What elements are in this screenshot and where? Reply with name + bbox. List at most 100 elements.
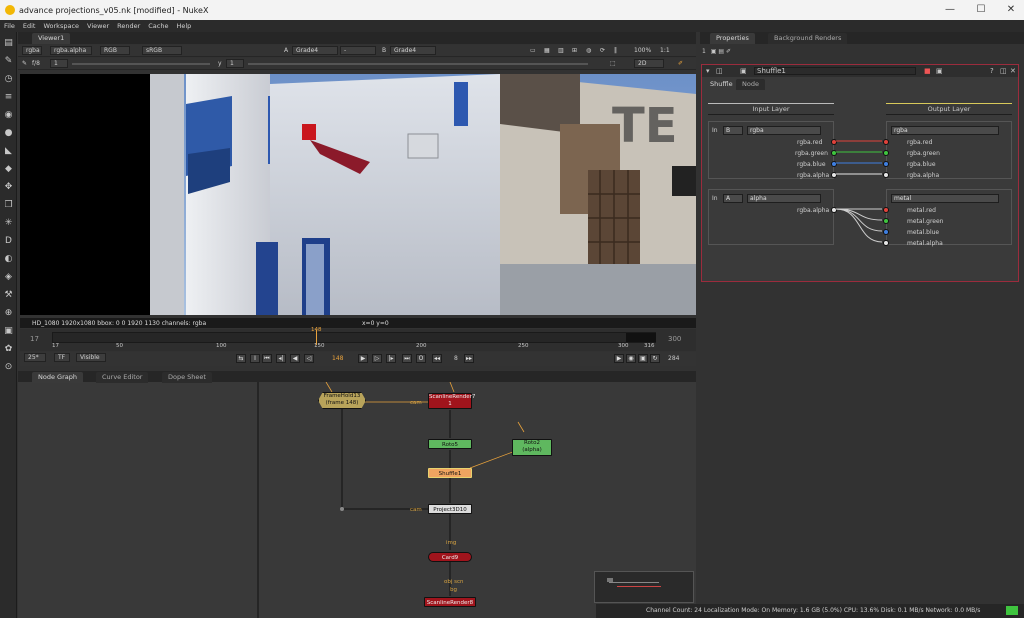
menu-render[interactable]: Render: [113, 20, 144, 32]
timeline-start: 17: [30, 335, 39, 343]
zoom-label[interactable]: 100%: [634, 47, 651, 54]
transform-tool-icon[interactable]: ✥: [3, 182, 14, 193]
cache-button[interactable]: ▣: [638, 354, 648, 363]
out-point-button[interactable]: O: [416, 354, 426, 363]
node-scanline8[interactable]: ScanlineRender8: [424, 597, 476, 607]
menu-edit[interactable]: Edit: [19, 20, 40, 32]
minimize-button[interactable]: —: [943, 4, 957, 16]
3d-tool-icon[interactable]: ❒: [3, 200, 14, 211]
exposure-slider[interactable]: [72, 63, 210, 65]
roi-select-icon[interactable]: ⬚: [610, 60, 616, 67]
step-field[interactable]: 8: [454, 355, 458, 362]
step-back-button[interactable]: ◀: [290, 354, 300, 363]
close-button[interactable]: ✕: [1004, 4, 1018, 16]
tf-select[interactable]: TF: [54, 353, 70, 362]
colorspace-select[interactable]: RGB: [100, 46, 130, 55]
jump-forward-button[interactable]: ▸▸: [464, 354, 474, 363]
end-frame-field[interactable]: 284: [668, 355, 679, 362]
timeline[interactable]: 17 148 300 17 50 100 150 200 250 300 316: [20, 327, 696, 351]
lut-select[interactable]: sRGB: [142, 46, 182, 55]
color-tool-icon[interactable]: ◉: [3, 110, 14, 121]
next-keyframe-button[interactable]: |▸: [386, 354, 396, 363]
menu-help[interactable]: Help: [172, 20, 195, 32]
time-tool-icon[interactable]: ◷: [3, 74, 14, 85]
furnace-tool-icon[interactable]: ▣: [3, 326, 14, 337]
input-a-select[interactable]: Grade4: [292, 46, 338, 55]
keyer-tool-icon[interactable]: ◣: [3, 146, 14, 157]
clear-icon[interactable]: ✐: [726, 48, 731, 55]
timeline-track[interactable]: [52, 332, 656, 343]
refresh-icon[interactable]: ⟳: [600, 47, 605, 54]
fstop-label[interactable]: f/8: [32, 60, 40, 67]
loop-button[interactable]: ↻: [650, 354, 660, 363]
first-frame-button[interactable]: ⏮: [262, 354, 272, 363]
bounce-icon[interactable]: ⇆: [236, 354, 246, 363]
label-cam-2: cam: [410, 507, 422, 513]
lock-icon[interactable]: ▣: [711, 48, 717, 55]
input-op-select[interactable]: -: [340, 46, 376, 55]
max-panels-field[interactable]: 1: [702, 48, 706, 55]
node-graph-panel[interactable]: Node Graph Curve Editor Dope Sheet Frame…: [18, 371, 696, 618]
draw-tool-icon[interactable]: ✎: [3, 56, 14, 67]
particles-tool-icon[interactable]: ✳: [3, 218, 14, 229]
node-card9[interactable]: Card9: [428, 552, 472, 562]
node-roto5[interactable]: Roto5: [428, 439, 472, 449]
ratio-label[interactable]: 1:1: [660, 47, 670, 54]
tick-316: 316: [644, 343, 655, 349]
node-graph-navigator[interactable]: [594, 571, 694, 603]
tab-properties[interactable]: Properties: [710, 33, 755, 44]
filter-tool-icon[interactable]: ●: [3, 128, 14, 139]
input-b-select[interactable]: Grade4: [390, 46, 436, 55]
node-roto2[interactable]: Roto2 (alpha): [512, 439, 552, 456]
deep-tool-icon[interactable]: D: [3, 236, 14, 247]
fps-select[interactable]: 25*: [24, 353, 46, 362]
merge-tool-icon[interactable]: ◆: [3, 164, 14, 175]
frame-box[interactable]: 1: [50, 59, 68, 68]
float-icon[interactable]: ▤: [718, 48, 724, 55]
menu-cache[interactable]: Cache: [144, 20, 172, 32]
prev-keyframe-button[interactable]: ◂|: [276, 354, 286, 363]
image-tool-icon[interactable]: ▤: [3, 38, 14, 49]
other-tool-icon[interactable]: ⊕: [3, 308, 14, 319]
play-reverse-button[interactable]: ◁: [304, 354, 314, 363]
view-mode-select[interactable]: 2D: [634, 59, 664, 68]
node-project3d[interactable]: Project3D10: [428, 504, 472, 514]
channels-select[interactable]: rgba: [22, 46, 42, 55]
render-button[interactable]: ◉: [626, 354, 636, 363]
node-scanline7[interactable]: ScanlineRender7 1: [428, 393, 475, 409]
node-framehold[interactable]: FrameHold13 (frame 148): [318, 392, 366, 409]
in-point-button[interactable]: I: [250, 354, 260, 363]
node-shuffle1[interactable]: Shuffle1: [428, 468, 472, 478]
grid-icon[interactable]: ⊞: [572, 47, 577, 54]
paint-icon[interactable]: ✐: [678, 60, 683, 67]
visible-select[interactable]: Visible: [76, 353, 106, 362]
proxy-icon[interactable]: ▥: [558, 47, 564, 54]
clip-icon[interactable]: ▦: [544, 47, 550, 54]
menu-file[interactable]: File: [0, 20, 19, 32]
viewer-image[interactable]: TE: [20, 74, 696, 315]
pause-icon[interactable]: ‖: [614, 47, 617, 54]
views-tool-icon[interactable]: ◐: [3, 254, 14, 265]
gamma-field[interactable]: 1: [226, 59, 244, 68]
last-frame-button[interactable]: ⏭: [402, 354, 412, 363]
gizmo-tool-icon[interactable]: ⊙: [3, 362, 14, 373]
step-forward-button[interactable]: ▷: [372, 354, 382, 363]
maximize-button[interactable]: ☐: [974, 4, 988, 16]
channel-tool-icon[interactable]: ≡: [3, 92, 14, 103]
menu-workspace[interactable]: Workspace: [39, 20, 83, 32]
metadata-tool-icon[interactable]: ◈: [3, 272, 14, 283]
current-frame-field[interactable]: 148: [332, 355, 343, 362]
jump-back-button[interactable]: ◂◂: [432, 354, 442, 363]
gamma-slider[interactable]: [248, 63, 588, 65]
tab-viewer1[interactable]: Viewer1: [32, 33, 71, 44]
ocula-tool-icon[interactable]: ✿: [3, 344, 14, 355]
alpha-select[interactable]: rgba.alpha: [50, 46, 92, 55]
properties-toolbar: 1 ▣ ▤ ✐: [702, 48, 742, 58]
flipbook-button[interactable]: ▶: [614, 354, 624, 363]
play-button[interactable]: ▶: [358, 354, 368, 363]
toolsets-tool-icon[interactable]: ⚒: [3, 290, 14, 301]
roi-icon[interactable]: ▭: [530, 47, 536, 54]
tab-background-renders[interactable]: Background Renders: [768, 33, 848, 44]
menu-viewer[interactable]: Viewer: [83, 20, 113, 32]
mask-icon[interactable]: ◍: [586, 47, 591, 54]
